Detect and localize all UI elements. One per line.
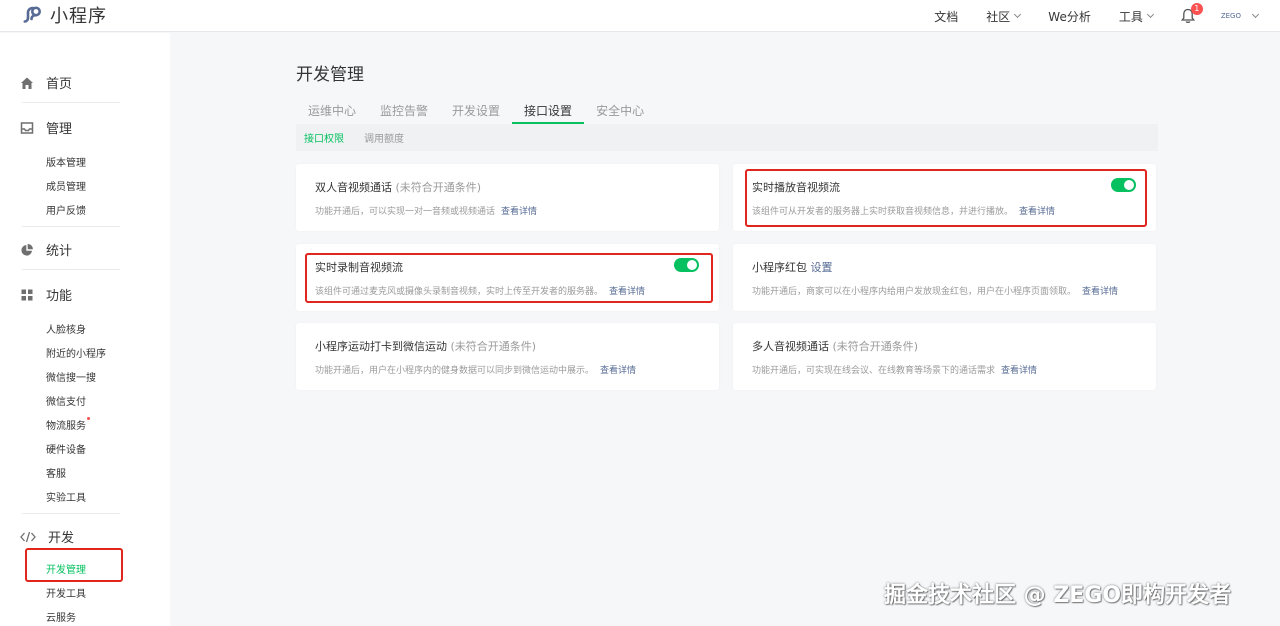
- view-details-link[interactable]: 查看详情: [501, 207, 537, 217]
- divider: [22, 226, 120, 227]
- logistics-label: 物流服务: [46, 421, 86, 432]
- sidebar-item-wechat-pay[interactable]: 微信支付: [46, 393, 86, 408]
- card-desc-text: 功能开通后，可以实现一对一音频或视频通话: [315, 207, 496, 217]
- subtab-api-permissions[interactable]: 接口权限: [304, 130, 344, 145]
- notification-button[interactable]: 1: [1180, 3, 1203, 24]
- sidebar-item-features[interactable]: 功能: [20, 285, 72, 304]
- pie-chart-icon: [21, 243, 33, 256]
- divider: [22, 513, 120, 514]
- sidebar-item-version-manage[interactable]: 版本管理: [46, 154, 86, 169]
- grid-icon: [21, 289, 33, 300]
- divider: [22, 102, 120, 103]
- chevron-down-icon: [1146, 10, 1154, 19]
- sidebar-item-develop[interactable]: 开发: [20, 527, 74, 546]
- tab-ops-center[interactable]: 运维中心: [296, 100, 368, 124]
- card-desc-text: 功能开通后，用户在小程序内的健身数据可以同步到微信运动中展示。: [315, 366, 595, 376]
- tab-dev-settings[interactable]: 开发设置: [440, 100, 512, 124]
- card-title-text: 双人音视频通话: [315, 181, 392, 194]
- account-menu[interactable]: ZEGO: [1220, 10, 1260, 20]
- top-nav: 文档 社区 We分析 工具 1 ZEGO: [934, 0, 1260, 32]
- view-details-link[interactable]: 查看详情: [1001, 366, 1037, 376]
- card-desc: 功能开通后，可以实现一对一音频或视频通话 查看详情: [315, 204, 537, 217]
- sidebar-item-wechat-search[interactable]: 微信搜一搜: [46, 369, 96, 384]
- sidebar-item-lab-tools[interactable]: 实验工具: [46, 489, 86, 504]
- notification-badge: 1: [1190, 3, 1203, 15]
- nav-community[interactable]: 社区: [986, 8, 1022, 25]
- divider: [22, 269, 120, 270]
- card-desc: 功能开通后，可实现在线会议、在线教育等场景下的通话需求 查看详情: [752, 363, 1037, 376]
- inbox-icon: [20, 121, 34, 134]
- sidebar-item-dev-tools[interactable]: 开发工具: [46, 585, 86, 600]
- feature-card-red-packet: 小程序红包 设置 功能开通后，商家可以在小程序内给用户发放现金红包，用户在小程序…: [733, 244, 1156, 311]
- tab-monitor-alert[interactable]: 监控告警: [368, 100, 440, 124]
- card-title-text: 小程序红包: [752, 261, 807, 274]
- card-title: 双人音视频通话 (未符合开通条件): [315, 179, 481, 195]
- tab-security-center[interactable]: 安全中心: [584, 100, 656, 124]
- card-condition: (未符合开通条件): [832, 340, 919, 353]
- code-icon: [20, 531, 36, 542]
- chevron-down-icon: [1014, 10, 1022, 19]
- sidebar-item-stats[interactable]: 统计: [20, 240, 72, 259]
- settings-link[interactable]: 设置: [811, 261, 833, 274]
- highlight-box: [745, 169, 1147, 227]
- card-title-text: 小程序运动打卡到微信运动: [315, 340, 447, 353]
- card-title-text: 多人音视频通话: [752, 340, 829, 353]
- tab-bar: 运维中心 监控告警 开发设置 接口设置 安全中心: [296, 100, 656, 124]
- sidebar: 首页 管理 版本管理 成员管理 用户反馈 统计 功能 人脸核身 附近的小程序 微…: [0, 33, 170, 626]
- subtab-bar: 接口权限 调用额度: [296, 124, 1158, 151]
- page-title: 开发管理: [296, 65, 364, 85]
- highlight-box: [25, 548, 123, 582]
- sidebar-item-cloud-service[interactable]: 云服务: [46, 609, 76, 624]
- card-condition: (未符合开通条件): [395, 181, 482, 194]
- sidebar-item-customer-service[interactable]: 客服: [46, 465, 66, 480]
- nav-docs[interactable]: 文档: [934, 8, 958, 25]
- sidebar-item-face-verify[interactable]: 人脸核身: [46, 321, 86, 336]
- home-icon: [21, 77, 33, 89]
- card-desc-text: 功能开通后，商家可以在小程序内给用户发放现金红包，用户在小程序页面领取。: [752, 287, 1077, 297]
- sidebar-manage-label: 管理: [46, 122, 73, 137]
- card-desc-text: 功能开通后，可实现在线会议、在线教育等场景下的通话需求: [752, 366, 996, 376]
- nav-community-label: 社区: [986, 9, 1011, 24]
- sidebar-item-member-manage[interactable]: 成员管理: [46, 178, 86, 193]
- feature-card-multi-person-call: 多人音视频通话 (未符合开通条件) 功能开通后，可实现在线会议、在线教育等场景下…: [733, 323, 1156, 390]
- sidebar-item-nearby-mini-programs[interactable]: 附近的小程序: [46, 345, 106, 360]
- account-name: ZEGO: [1220, 12, 1241, 20]
- subtab-call-quota[interactable]: 调用额度: [364, 130, 404, 145]
- card-title: 多人音视频通话 (未符合开通条件): [752, 338, 918, 354]
- card-condition: (未符合开通条件): [450, 340, 537, 353]
- view-details-link[interactable]: 查看详情: [1082, 287, 1118, 297]
- sidebar-item-user-feedback[interactable]: 用户反馈: [46, 202, 86, 217]
- sidebar-home-label: 首页: [46, 77, 73, 92]
- top-bar: 小程序 文档 社区 We分析 工具 1 ZEGO: [0, 0, 1280, 32]
- view-details-link[interactable]: 查看详情: [600, 366, 636, 376]
- sidebar-features-label: 功能: [46, 289, 73, 304]
- nav-we-analysis[interactable]: We分析: [1048, 8, 1091, 25]
- logo[interactable]: 小程序: [22, 2, 107, 28]
- nav-tools-label: 工具: [1118, 9, 1143, 24]
- new-dot-indicator: [87, 417, 90, 420]
- card-title: 小程序运动打卡到微信运动 (未符合开通条件): [315, 338, 536, 354]
- mini-program-logo-icon: [23, 6, 42, 23]
- feature-card-two-person-call: 双人音视频通话 (未符合开通条件) 功能开通后，可以实现一对一音频或视频通话 查看…: [296, 164, 719, 231]
- tab-api-settings[interactable]: 接口设置: [512, 100, 585, 124]
- watermark: 掘金技术社区 @ ZEGO即构开发者: [884, 583, 1232, 608]
- sidebar-item-logistics[interactable]: 物流服务: [46, 417, 90, 432]
- nav-tools[interactable]: 工具: [1118, 8, 1154, 25]
- feature-card-werun: 小程序运动打卡到微信运动 (未符合开通条件) 功能开通后，用户在小程序内的健身数…: [296, 323, 719, 390]
- sidebar-stats-label: 统计: [46, 244, 73, 259]
- sidebar-develop-label: 开发: [48, 531, 75, 546]
- chevron-down-icon: [1251, 10, 1260, 19]
- sidebar-item-home[interactable]: 首页: [20, 73, 72, 92]
- app-name: 小程序: [50, 6, 107, 27]
- card-desc: 功能开通后，用户在小程序内的健身数据可以同步到微信运动中展示。 查看详情: [315, 363, 636, 376]
- card-desc: 功能开通后，商家可以在小程序内给用户发放现金红包，用户在小程序页面领取。 查看详情: [752, 284, 1118, 297]
- card-title: 小程序红包 设置: [752, 259, 833, 275]
- highlight-box: [305, 253, 713, 303]
- sidebar-item-hardware[interactable]: 硬件设备: [46, 441, 86, 456]
- sidebar-item-manage[interactable]: 管理: [20, 118, 72, 137]
